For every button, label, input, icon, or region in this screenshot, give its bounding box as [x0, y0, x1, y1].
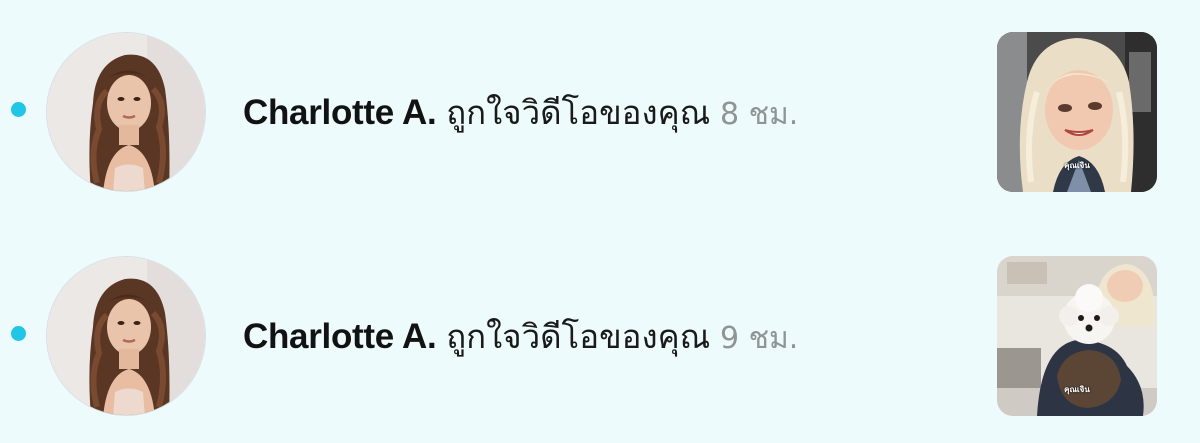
notification-list: Charlotte A. ถูกใจวิดีโอของคุณ 8 ชม. คุณ… [0, 0, 1200, 443]
notification-text: Charlotte A. ถูกใจวิดีโอของคุณ 9 ชม. [243, 312, 798, 362]
timestamp: 8 ชม. [720, 97, 799, 132]
action-text: ถูกใจวิดีโอของคุณ [446, 93, 711, 132]
avatar[interactable] [46, 32, 206, 192]
timestamp: 9 ชม. [720, 321, 799, 356]
profile-photo-icon [47, 257, 205, 415]
thumbnail-caption: คุณเจิน [1064, 161, 1090, 170]
user-name[interactable]: Charlotte A. [243, 93, 437, 132]
action-text: ถูกใจวิดีโอของคุณ [446, 317, 711, 356]
notification-row[interactable]: Charlotte A. ถูกใจวิดีโอของคุณ 9 ชม. คุณ… [0, 246, 1200, 426]
unread-indicator-dot [11, 102, 26, 117]
user-name[interactable]: Charlotte A. [243, 317, 437, 356]
notification-row[interactable]: Charlotte A. ถูกใจวิดีโอของคุณ 8 ชม. คุณ… [0, 22, 1200, 202]
video-thumbnail[interactable]: คุณเจิน [997, 256, 1157, 416]
avatar[interactable] [46, 256, 206, 416]
profile-photo-icon [47, 33, 205, 191]
unread-indicator-dot [11, 326, 26, 341]
video-thumbnail[interactable]: คุณเจิน [997, 32, 1157, 192]
thumbnail-caption: คุณเจิน [1064, 385, 1090, 394]
notification-text: Charlotte A. ถูกใจวิดีโอของคุณ 8 ชม. [243, 88, 798, 138]
